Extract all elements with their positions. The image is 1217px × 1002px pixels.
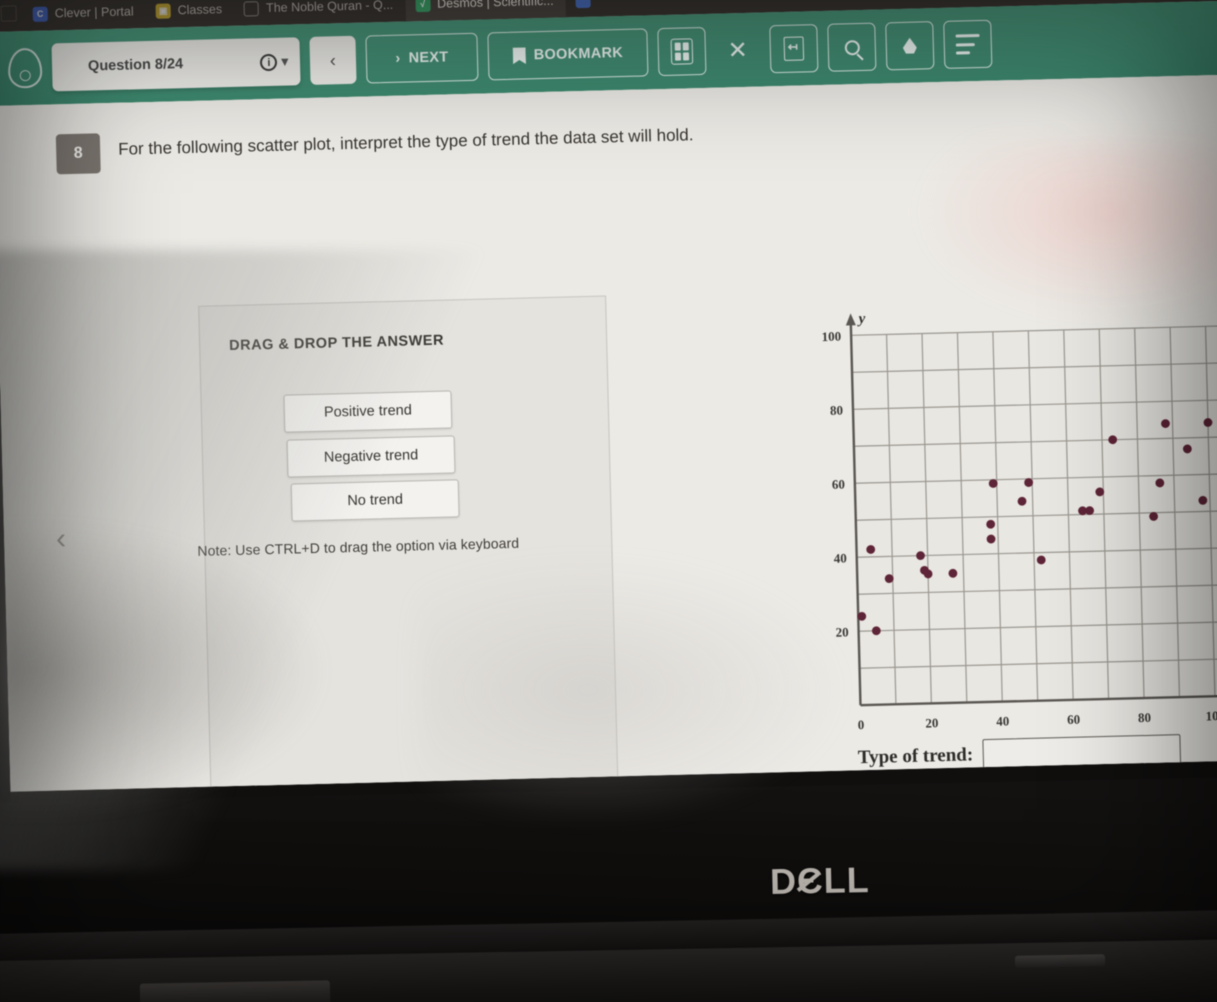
prev-question-button[interactable]: ‹ [309,35,357,85]
hamburger-menu-icon [955,33,980,55]
browser-tab-label: Classes [177,2,223,18]
y-axis-arrow [845,313,856,326]
search-button[interactable] [827,22,877,72]
x-tick-label: 60 [1067,712,1080,727]
droplet-icon [903,38,917,54]
chevron-right-icon: › [395,50,401,67]
browser-tab-classes[interactable]: ▣ Classes [145,0,234,28]
search-icon [844,39,860,55]
browser-tab-label: Clever | Portal [54,4,134,21]
question-counter-label: Question 8/24 [87,56,184,75]
y-axis-label: y [857,311,866,327]
laptop-screen: C Clever | Portal ▣ Classes The Noble Qu… [0,0,1217,816]
fullscreen-icon [783,36,805,61]
y-tick-label: 20 [835,624,848,639]
question-number-badge: 8 [55,133,101,175]
classes-favicon: ▣ [155,2,171,19]
x-tick-label: 40 [996,713,1009,728]
y-tick-label: 60 [832,477,845,492]
x-tick-label: 0 [858,717,865,732]
x-tick-label: 80 [1138,710,1151,725]
screen-content: C Clever | Portal ▣ Classes The Noble Qu… [0,0,1217,792]
quran-favicon [243,0,260,17]
y-tick-label: 80 [830,403,843,418]
laptop-photo: C Clever | Portal ▣ Classes The Noble Qu… [0,0,1217,1002]
bookmark-button[interactable]: BOOKMARK [487,28,649,81]
prev-question-label: ‹ [329,49,337,70]
next-question-button[interactable]: › NEXT [365,32,479,84]
x-tick-label: 20 [925,715,938,730]
info-icon[interactable]: i [260,53,278,71]
laptop-base-port [1014,954,1106,968]
window-control-icon[interactable] [0,5,17,22]
app-logo-icon [7,47,43,89]
theme-button[interactable] [885,21,935,71]
clever-favicon: C [32,6,48,22]
option-positive-trend[interactable]: Positive trend [283,390,453,433]
question-counter-controls[interactable]: i ▾ [260,53,288,71]
browser-tab-label: Desmos | Scientific... [436,0,554,11]
question-counter-bar[interactable]: Question 8/24 i ▾ [51,37,301,92]
desmos-favicon: √ [414,0,431,12]
close-icon: ✕ [727,36,749,64]
option-negative-trend[interactable]: Negative trend [286,435,456,478]
menu-button[interactable] [943,19,993,69]
scatter-plot-svg: yx20406080100020406080100 [821,311,1217,732]
browser-tab-clever[interactable]: C Clever | Portal [22,0,146,31]
back-navigation-chevron[interactable]: ‹ [56,522,67,556]
y-tick-label: 40 [834,551,847,566]
x-tick-label: 100 [1205,708,1217,723]
next-question-label: NEXT [408,49,449,67]
option-no-trend[interactable]: No trend [290,479,460,522]
fullscreen-button[interactable] [769,24,819,74]
browser-tab-label: The Noble Quran - Q... [265,0,394,16]
calculator-button[interactable] [657,26,707,77]
scatter-plot: yx20406080100020406080100 [788,299,1217,741]
calculator-icon [670,38,694,65]
laptop-base-seam [139,980,331,1002]
browser-tab-extra[interactable] [565,0,603,17]
quiz-content: ‹ 8 For the following scatter plot, inte… [0,74,1217,792]
extra-favicon [575,0,591,8]
bookmark-label: BOOKMARK [533,45,624,64]
chevron-down-icon[interactable]: ▾ [281,53,288,69]
type-of-trend-label: Type of trend: [857,744,974,769]
y-tick-label: 100 [821,329,841,344]
dell-brand-logo: DЄLL [769,859,870,902]
bookmark-icon [513,47,526,64]
close-button[interactable]: ✕ [715,26,760,75]
